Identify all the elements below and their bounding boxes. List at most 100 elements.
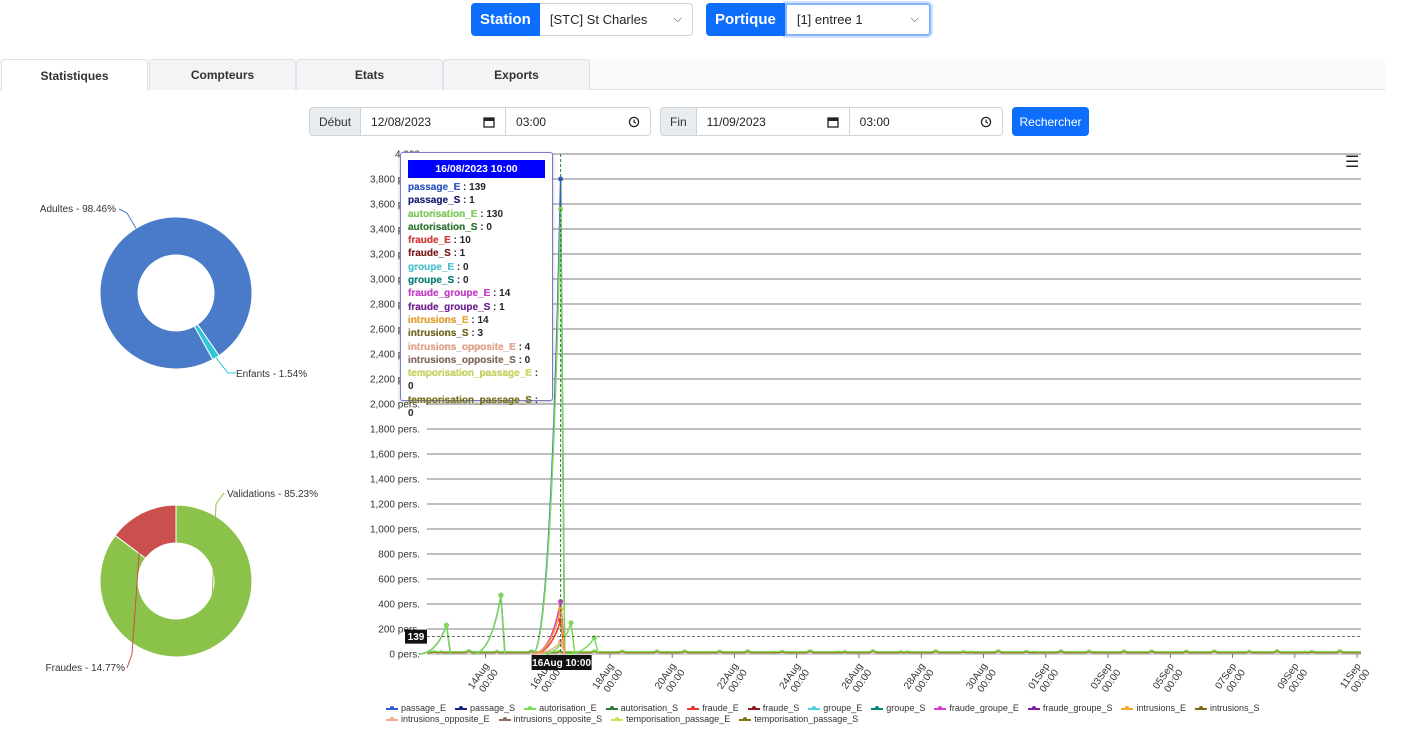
- legend-label: intrusions_E: [1136, 703, 1186, 713]
- x-tick-label-4: 22Aug00:00: [715, 661, 750, 698]
- x-tick-label-12: 07Sep00:00: [1213, 661, 1248, 698]
- tooltip-series-name: temporisation_passage_E: [408, 368, 532, 380]
- tooltip-series-value: : 10: [450, 235, 471, 247]
- legend-label: autorisation_E: [539, 703, 597, 713]
- tooltip-series-value: : 3: [468, 328, 484, 340]
- x-tick-label-9: 01Sep00:00: [1027, 661, 1062, 698]
- tooltip-series-name: temporisation_passage_S: [408, 394, 532, 406]
- x-tick-label-7: 28Aug00:00: [902, 661, 937, 698]
- tooltip-row: fraude_E : 10: [408, 234, 545, 247]
- legend-item-intrusions_E[interactable]: intrusions_E: [1121, 703, 1186, 714]
- tooltip-title: 16/08/2023 10:00: [408, 160, 545, 178]
- tooltip-series-value: : 1: [450, 248, 466, 260]
- series-intrusions_E-peak-0: [532, 608, 566, 655]
- tooltip-row: intrusions_opposite_S : 0: [408, 354, 545, 367]
- legend-item-intrusions_S[interactable]: intrusions_S: [1195, 703, 1260, 714]
- x-tick-label-6: 26Aug00:00: [840, 661, 875, 698]
- legend-label: temporisation_passage_S: [754, 714, 859, 724]
- legend-marker: [455, 706, 468, 710]
- legend-item-passage_S[interactable]: passage_S: [455, 703, 515, 714]
- legend-label: intrusions_opposite_E: [401, 714, 490, 724]
- x-tick-label-5: 24Aug00:00: [778, 661, 813, 698]
- legend-item-intrusions_opposite_E[interactable]: intrusions_opposite_E: [386, 714, 490, 725]
- crosshair-x-label: 16Aug 10:00: [532, 658, 591, 669]
- legend-item-temporisation_passage_E[interactable]: temporisation_passage_E: [611, 714, 730, 725]
- tooltip-series-name: intrusions_E: [408, 314, 469, 326]
- tooltip-series-name: intrusions_S: [408, 328, 469, 340]
- legend-marker: [386, 717, 398, 721]
- y-tick-label-4: 800 pers.: [378, 550, 420, 561]
- legend-label: passage_E: [401, 703, 447, 713]
- series-autorisation_E-point-3: [568, 620, 574, 626]
- tooltip-series-value: : 1: [490, 301, 505, 313]
- legend-item-passage_E[interactable]: passage_E: [386, 703, 446, 714]
- legend-marker: [524, 706, 537, 710]
- tooltip-series-name: autorisation_S: [408, 221, 478, 233]
- legend-marker: [1195, 706, 1207, 710]
- legend-marker: [808, 706, 821, 710]
- legend-item-fraude_groupe_E[interactable]: fraude_groupe_E: [934, 703, 1019, 714]
- tooltip-row: intrusions_E : 14: [408, 314, 545, 327]
- legend-label: groupe_E: [823, 703, 863, 713]
- charts-canvas: Adultes - 98.46% Enfants - 1.54% Validatio…: [40, 150, 1373, 698]
- legend-marker: [498, 717, 511, 721]
- y-tick-label-3: 600 pers.: [378, 575, 420, 586]
- legend-item-temporisation_passage_S[interactable]: temporisation_passage_S: [739, 714, 858, 725]
- legend-item-autorisation_S[interactable]: autorisation_S: [605, 703, 679, 714]
- legend-label: temporisation_passage_E: [626, 714, 731, 724]
- legend-item-intrusions_opposite_S[interactable]: intrusions_opposite_S: [498, 714, 602, 725]
- series-autorisation_E-point-4: [591, 635, 597, 641]
- legend-item-autorisation_E[interactable]: autorisation_E: [524, 703, 597, 714]
- legend-marker: [687, 706, 700, 710]
- tooltip-series-value: : 14: [490, 288, 511, 300]
- tooltip-series-name: fraude_groupe_E: [408, 288, 491, 300]
- x-tick-label-3: 20Aug00:00: [653, 661, 688, 698]
- legend-label: fraude_groupe_S: [1042, 703, 1113, 713]
- legend-label: intrusions_S: [1210, 703, 1260, 713]
- tooltip-series-value: : 14: [468, 314, 489, 326]
- tooltip-series-name: fraude_E: [408, 235, 451, 247]
- legend-marker: [871, 706, 884, 710]
- tooltip-rows: passage_E : 139 passage_S : 1 autorisation…: [408, 181, 545, 420]
- tooltip-row: groupe_S : 0: [408, 274, 545, 287]
- tooltip-series-name: fraude_S: [408, 248, 451, 260]
- tooltip-series-value: : 130: [477, 208, 504, 220]
- y-tick-label-2: 400 pers.: [378, 600, 420, 611]
- tooltip-row: temporisation_passage_S : 0: [408, 394, 545, 421]
- series-autorisation_E-point-1: [498, 592, 504, 598]
- legend-label: groupe_S: [886, 703, 926, 713]
- series-autorisation_E-point-0: [443, 622, 449, 628]
- tooltip-row: autorisation_E : 130: [408, 208, 545, 221]
- legend-marker: [605, 706, 618, 710]
- legend-item-fraude_E[interactable]: fraude_E: [687, 703, 739, 714]
- legend-marker: [739, 717, 752, 721]
- pie1-label-enfants: Enfants - 1.54%: [236, 369, 307, 380]
- legend-marker: [1027, 706, 1040, 710]
- tooltip-series-name: groupe_E: [408, 261, 455, 273]
- tooltip-series-name: fraude_groupe_S: [408, 301, 491, 313]
- tooltip-series-name: intrusions_opposite_E: [408, 341, 516, 353]
- tooltip-series-value: : 0: [454, 275, 469, 287]
- legend-item-fraude_groupe_S[interactable]: fraude_groupe_S: [1027, 703, 1113, 714]
- legend-item-groupe_S[interactable]: groupe_S: [871, 703, 925, 714]
- tooltip-row: fraude_groupe_S : 1: [408, 301, 545, 314]
- legend-item-groupe_E[interactable]: groupe_E: [808, 703, 862, 714]
- tooltip-series-value: : 4: [515, 341, 531, 353]
- tooltip-row: fraude_S : 1: [408, 247, 545, 260]
- legend-marker: [611, 717, 624, 721]
- chart-tooltip: 16/08/2023 10:00 passage_E : 139 passage_…: [400, 152, 553, 419]
- pie1-label-adultes: Adultes - 98.46%: [40, 204, 116, 215]
- tooltip-series-name: passage_E: [408, 182, 461, 193]
- tooltip-series-value: : 0: [477, 221, 492, 233]
- tooltip-row: intrusions_S : 3: [408, 327, 545, 340]
- tooltip-row: passage_E : 139: [408, 181, 545, 194]
- x-tick-label-0: 14Aug00:00: [466, 661, 501, 698]
- legend-item-fraude_S[interactable]: fraude_S: [747, 703, 800, 714]
- legend-label: fraude_S: [762, 703, 800, 713]
- tooltip-series-name: autorisation_E: [408, 208, 478, 220]
- hamburger-menu-icon[interactable]: ☰: [1345, 152, 1359, 172]
- legend-label: autorisation_S: [620, 703, 679, 713]
- crosshair-y-label: 139: [408, 632, 425, 643]
- y-tick-label-5: 1,000 pers.: [370, 525, 420, 536]
- x-tick-label-13: 09Sep00:00: [1276, 661, 1311, 698]
